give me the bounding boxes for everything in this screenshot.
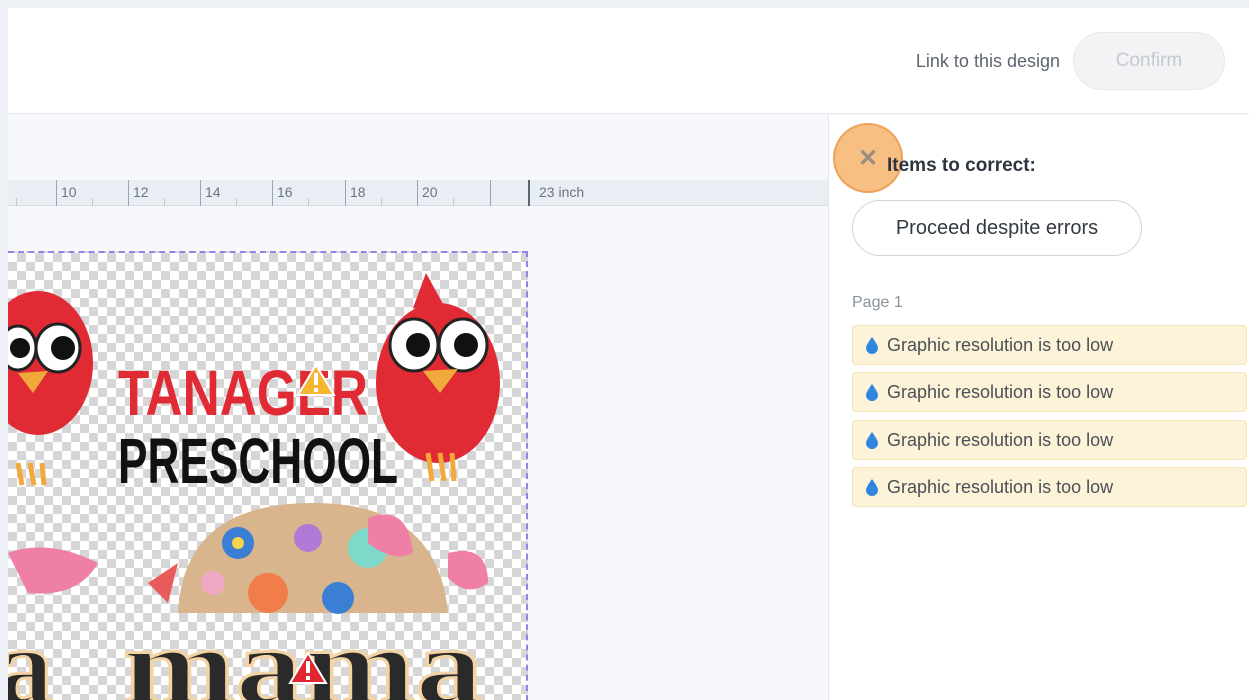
left-bird-graphic [8,291,93,486]
ruler-major-tick [490,180,491,206]
ruler-label: 10 [61,184,77,200]
issue-item[interactable]: Graphic resolution is too low [852,467,1247,507]
ruler-label: 12 [133,184,149,200]
design-artwork: TANAGER PRESCHOOL mama a [8,273,500,700]
ruler-minor-tick [381,198,382,206]
ruler-end-label: 23 inch [539,184,585,200]
ruler-minor-tick [164,198,165,206]
floral-dome-graphic [8,503,488,614]
ruler-minor-tick [236,198,237,206]
ruler-label: 18 [350,184,366,200]
mama-word-partial: a [8,605,53,700]
ruler-label: 16 [277,184,293,200]
corrections-panel: ✕ Items to correct: Proceed despite erro… [828,115,1249,700]
confirm-button[interactable]: Confirm [1073,32,1225,90]
droplet-icon [866,479,878,496]
ruler-minor-tick [92,198,93,206]
issue-text: Graphic resolution is too low [887,476,1114,497]
ruler-minor-tick [453,198,454,206]
issue-item[interactable]: Graphic resolution is too low [852,372,1247,412]
droplet-icon [866,337,878,354]
proceed-despite-errors-button[interactable]: Proceed despite errors [852,200,1142,256]
ruler-major-tick [56,180,57,206]
link-to-design[interactable]: Link to this design [916,51,1060,72]
ruler-label: 14 [205,184,221,200]
ruler-major-tick [345,180,346,206]
issue-item[interactable]: Graphic resolution is too low [852,325,1247,365]
ruler-end-marker [528,180,530,206]
droplet-icon [866,432,878,449]
school-name-line2: PRESCHOOL [118,425,398,497]
ruler-minor-tick [308,198,309,206]
editor-area: 10 12 14 16 18 20 23 inch TANAGER PRESCH… [8,115,828,700]
horizontal-ruler: 10 12 14 16 18 20 23 inch [8,180,828,206]
issue-item[interactable]: Graphic resolution is too low [852,420,1247,460]
ruler-major-tick [272,180,273,206]
ruler-minor-tick [16,198,17,206]
ruler-label: 20 [422,184,438,200]
panel-title: Items to correct: [887,155,1036,176]
design-canvas[interactable]: TANAGER PRESCHOOL mama a [8,251,528,700]
page-label: Page 1 [852,294,903,311]
droplet-icon [866,384,878,401]
close-icon: ✕ [857,144,879,172]
issue-text: Graphic resolution is too low [887,381,1114,402]
top-bar: Link to this design Confirm [8,8,1249,114]
mama-word: mama [123,605,483,700]
issue-text: Graphic resolution is too low [887,334,1114,355]
ruler-major-tick [128,180,129,206]
issue-text: Graphic resolution is too low [887,429,1114,450]
ruler-major-tick [200,180,201,206]
ruler-major-tick [417,180,418,206]
design-editor-page: Link to this design Confirm 10 12 14 16 … [8,8,1249,700]
